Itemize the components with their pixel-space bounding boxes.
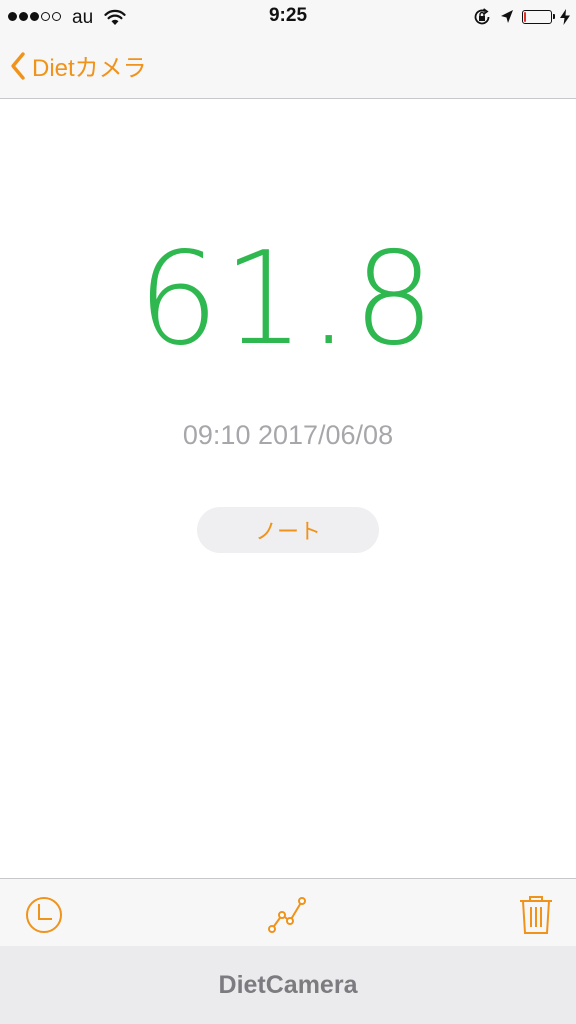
status-bar: au 9:25 [0,0,576,34]
battery-level [524,12,526,22]
navigation-bar: Dietカメラ [0,34,576,99]
charging-bolt-icon [560,9,570,25]
banner-label: DietCamera [218,970,358,999]
battery-icon [522,10,555,24]
record-datetime: 09:10 2017/06/08 [182,420,394,450]
back-button[interactable]: Dietカメラ [10,48,147,83]
clock-icon[interactable] [22,893,66,937]
bottom-toolbar [0,878,576,947]
weight-value: 61.8 [137,225,439,374]
rotation-lock-icon [474,8,490,25]
trash-icon[interactable] [514,893,558,937]
graph-icon[interactable] [266,893,310,937]
back-button-label: Dietカメラ [32,55,147,82]
app-banner: DietCamera [0,946,576,1024]
status-right-group [472,7,570,27]
chevron-left-icon [11,51,25,80]
location-arrow-icon [501,10,513,23]
note-button[interactable]: ノート [197,507,379,553]
screen: au 9:25 Dietカメラ 61.8 09:10 2017/06/08 ノー… [0,0,576,1024]
